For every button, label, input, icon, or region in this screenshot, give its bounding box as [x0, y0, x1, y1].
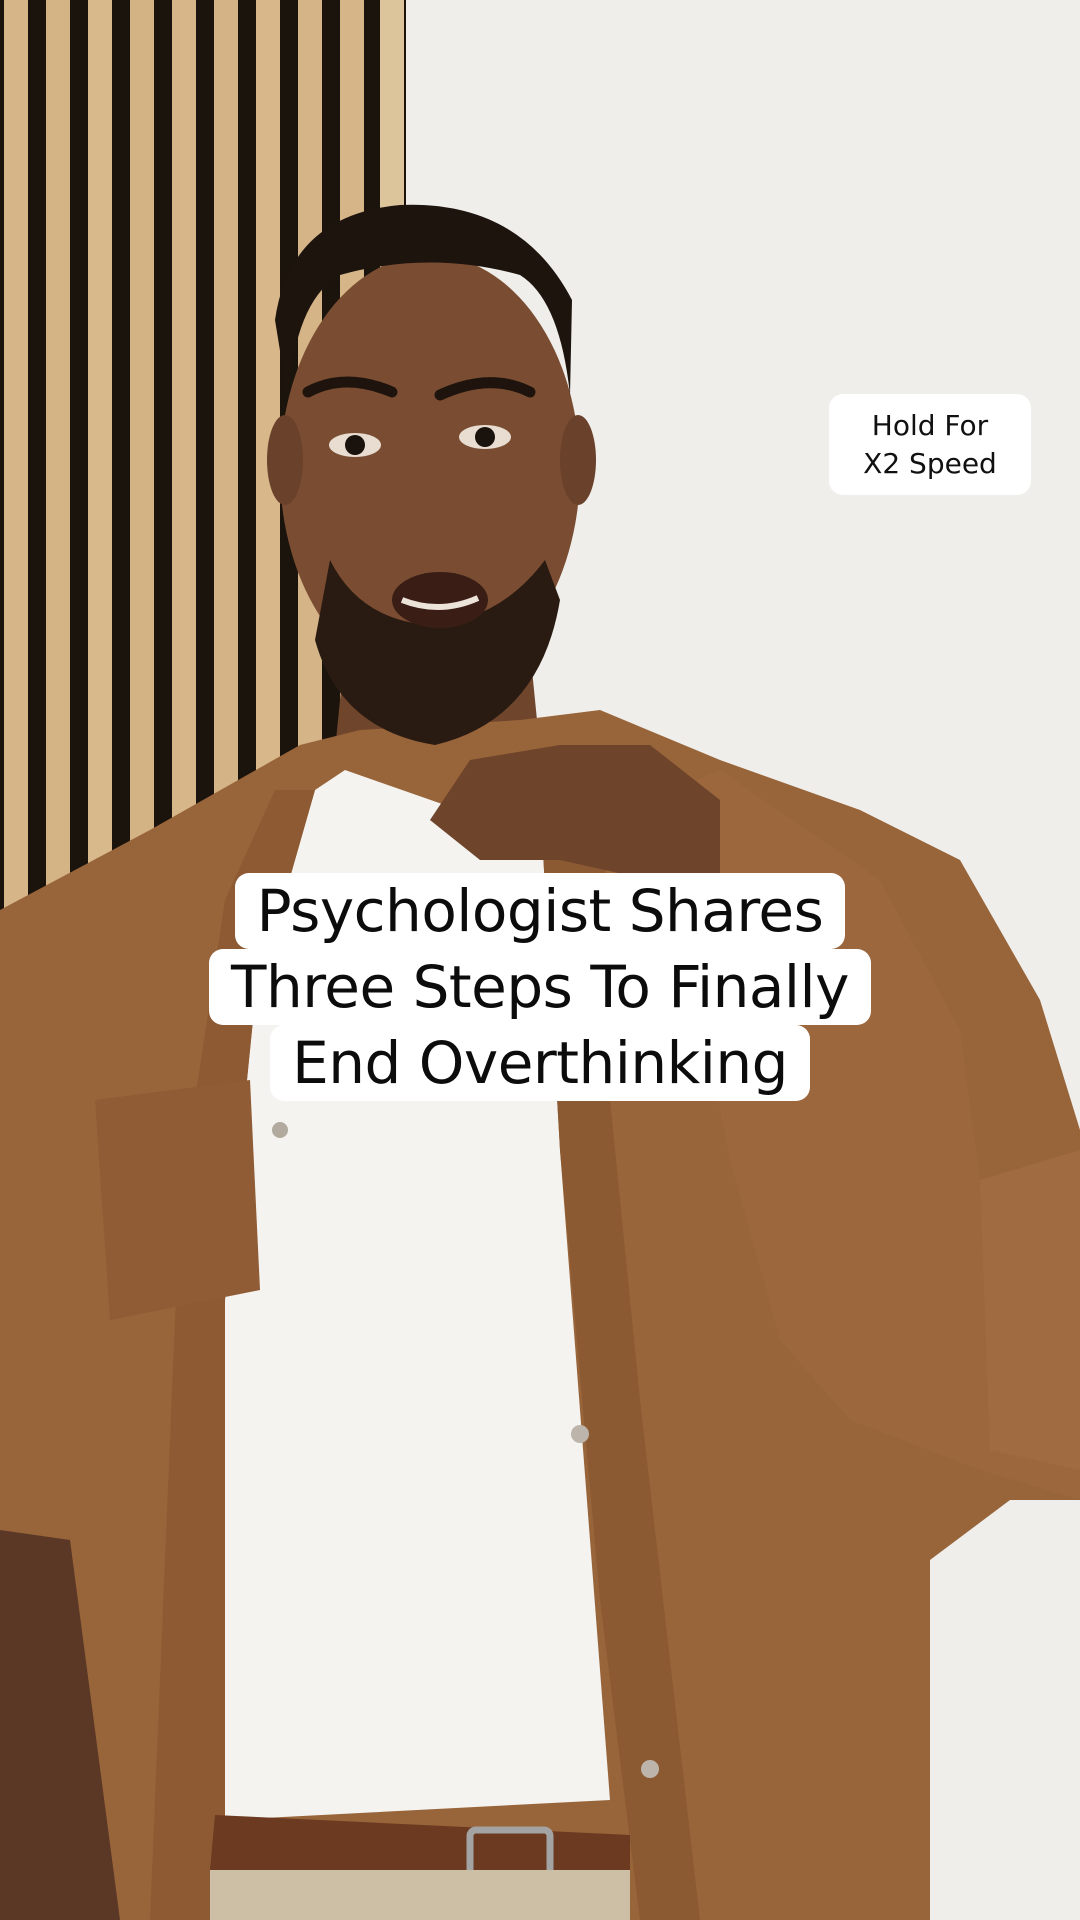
caption-line-2: Three Steps To Finally: [209, 949, 871, 1025]
jacket-button: [641, 1760, 659, 1778]
hold-badge-line2: X2 Speed: [863, 446, 997, 480]
caption-line-3: End Overthinking: [270, 1025, 810, 1101]
video-caption: Psychologist Shares Three Steps To Final…: [0, 873, 1080, 1101]
jacket-button: [272, 1122, 288, 1138]
jacket-button: [571, 1425, 589, 1443]
hold-for-x2-speed-button[interactable]: Hold For X2 Speed: [829, 394, 1031, 495]
caption-line-1: Psychologist Shares: [234, 873, 846, 949]
hold-badge-line1: Hold For: [871, 408, 989, 442]
